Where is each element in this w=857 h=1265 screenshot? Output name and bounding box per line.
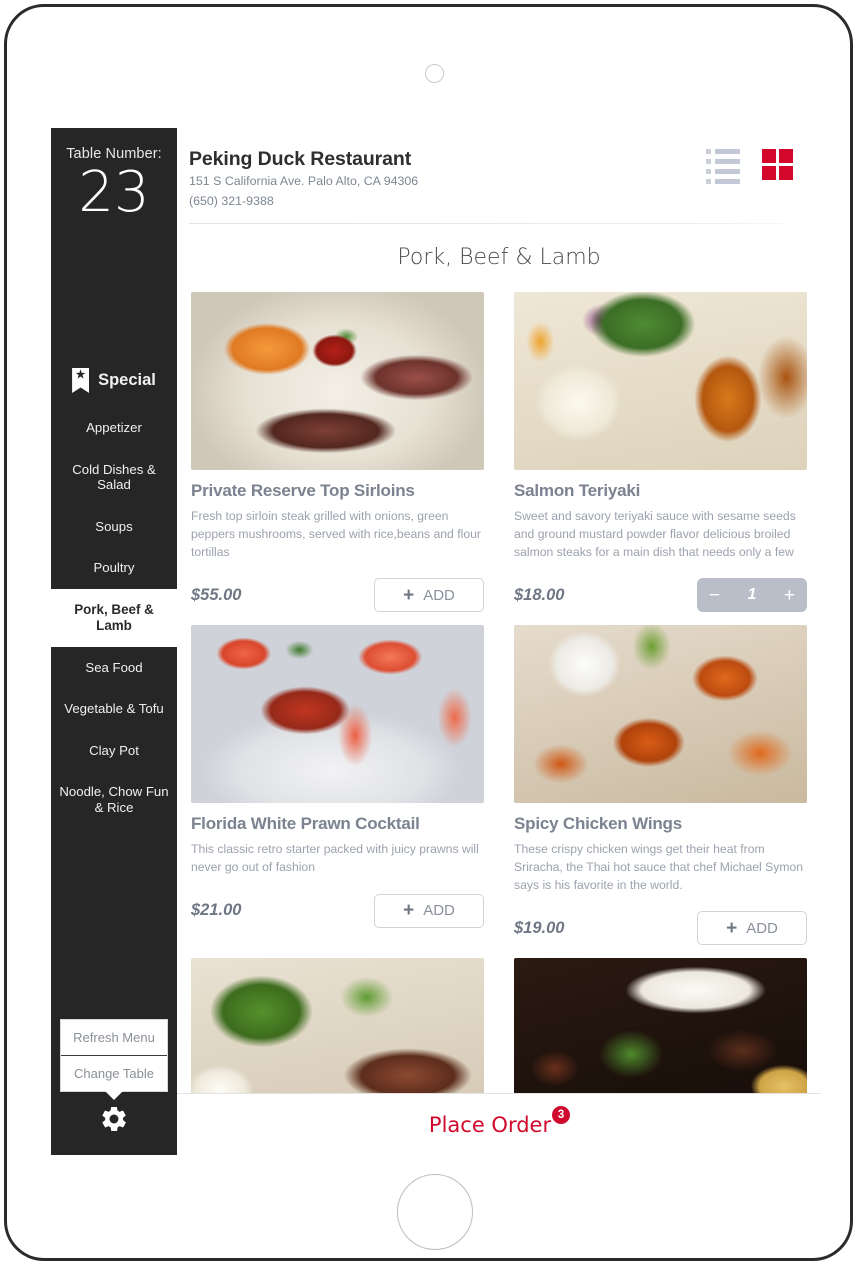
plus-icon[interactable]: + (784, 586, 795, 605)
quantity-value: 1 (747, 586, 757, 604)
add-to-order-button[interactable]: + ADD (697, 911, 807, 946)
place-order-button[interactable]: Place Order 3 (177, 1093, 821, 1155)
sidebar-item-noodle-chow-fun-rice[interactable]: Noodle, Chow Fun & Rice (51, 771, 177, 828)
table-number-block: Table Number: 23 (51, 128, 177, 223)
restaurant-address: 151 S California Ave. Palo Alto, CA 9430… (189, 174, 419, 188)
sidebar-item-label: Clay Pot (89, 742, 139, 758)
menu-item-description: Sweet and savory teriyaki sauce with ses… (514, 509, 796, 559)
menu-item-name: Florida White Prawn Cocktail (191, 814, 420, 834)
add-button-label: ADD (423, 586, 455, 604)
plus-icon: + (403, 900, 415, 922)
place-order-label: Place Order (428, 1112, 552, 1137)
ribbon-star-icon: ★ (72, 368, 90, 393)
menu-item-photo (191, 625, 484, 804)
sidebar-item-special[interactable]: ★ Special (51, 356, 177, 407)
main-content: Peking Duck Restaurant 151 S California … (177, 128, 821, 1155)
table-number-value: 23 (78, 160, 150, 225)
menu-item-photo (514, 292, 807, 471)
menu-item-price: $19.00 (514, 918, 565, 937)
menu-item-description: This classic retro starter packed with j… (191, 842, 479, 874)
sidebar-item-appetizer[interactable]: Appetizer (51, 407, 177, 449)
menu-item-footer: $21.00 + ADD (191, 893, 484, 929)
menu-item-name: Salmon Teriyaki (514, 481, 641, 501)
menu-item-footer: $55.00 + ADD (191, 577, 484, 613)
menu-item-card[interactable]: Florida White Prawn Cocktail This classi… (191, 625, 484, 946)
menu-item-description: Fresh top sirloin steak grilled with oni… (191, 509, 481, 559)
settings-popover: Refresh Menu Change Table (60, 1019, 168, 1100)
menu-item-name: Spicy Chicken Wings (514, 814, 682, 834)
menu-item-price: $21.00 (191, 901, 242, 920)
sidebar-item-label: Noodle, Chow Fun & Rice (59, 784, 169, 815)
plus-icon: + (726, 917, 738, 939)
sidebar-item-soups[interactable]: Soups (51, 506, 177, 548)
menu-item-card[interactable]: Spicy Chicken Wings These crispy chicken… (514, 625, 807, 946)
category-nav: ★ Special Appetizer Cold Dishes & Salad … (51, 356, 177, 828)
menu-item-footer: $18.00 − 1 + (514, 577, 807, 613)
sidebar-item-cold-dishes-salad[interactable]: Cold Dishes & Salad (51, 449, 177, 506)
sidebar-item-label: Vegetable & Tofu (64, 701, 164, 717)
sidebar-item-label: Cold Dishes & Salad (72, 461, 156, 493)
menu-item-footer: $19.00 + ADD (514, 910, 807, 946)
menu-item-photo (191, 292, 484, 471)
menu-item-description: These crispy chicken wings get their hea… (514, 842, 804, 892)
quantity-stepper: − 1 + (697, 578, 807, 613)
sidebar-item-label: Appetizer (86, 420, 142, 435)
sidebar: Table Number: 23 ★ Special Appetizer Col… (51, 128, 177, 1155)
sidebar-item-poultry[interactable]: Poultry (51, 547, 177, 589)
list-view-icon[interactable] (706, 149, 740, 189)
sidebar-footer: Refresh Menu Change Table (51, 1019, 177, 1155)
app-screen: Table Number: 23 ★ Special Appetizer Col… (51, 128, 821, 1155)
menu-item-price: $55.00 (191, 585, 242, 604)
gear-icon[interactable] (99, 1104, 129, 1138)
plus-icon: + (403, 584, 415, 606)
add-to-order-button[interactable]: + ADD (374, 893, 484, 928)
header-divider (189, 223, 785, 225)
sidebar-item-sea-food[interactable]: Sea Food (51, 647, 177, 689)
settings-row (51, 1092, 177, 1149)
sidebar-item-vegetable-tofu[interactable]: Vegetable & Tofu (51, 688, 177, 730)
sidebar-item-label: Sea Food (85, 659, 143, 675)
sidebar-item-pork-beef-lamb[interactable]: Pork, Beef & Lamb (51, 588, 177, 647)
view-toggle (706, 149, 793, 189)
restaurant-header: Peking Duck Restaurant 151 S California … (177, 128, 821, 225)
change-table-button[interactable]: Change Table (61, 1055, 167, 1091)
add-button-label: ADD (746, 919, 778, 937)
section-title: Pork, Beef & Lamb (397, 245, 601, 271)
menu-grid: Private Reserve Top Sirloins Fresh top s… (177, 292, 821, 1137)
home-button[interactable] (397, 1174, 473, 1250)
camera-icon (425, 64, 444, 83)
restaurant-phone: (650) 321-9388 (189, 193, 274, 208)
refresh-menu-button[interactable]: Refresh Menu (61, 1020, 167, 1055)
tablet-frame: Table Number: 23 ★ Special Appetizer Col… (4, 4, 853, 1261)
grid-view-icon[interactable] (762, 149, 793, 180)
sidebar-item-label: Poultry (93, 560, 135, 576)
minus-icon[interactable]: − (709, 586, 720, 605)
sidebar-item-label: Soups (95, 518, 133, 534)
menu-item-photo (514, 625, 807, 804)
menu-item-card[interactable]: Private Reserve Top Sirloins Fresh top s… (191, 292, 484, 613)
add-button-label: ADD (423, 902, 455, 920)
menu-item-name: Private Reserve Top Sirloins (191, 481, 415, 501)
sidebar-item-label: Pork, Beef & Lamb (74, 601, 154, 633)
add-to-order-button[interactable]: + ADD (374, 578, 484, 613)
sidebar-item-label: Special (98, 370, 156, 389)
sidebar-item-clay-pot[interactable]: Clay Pot (51, 730, 177, 772)
menu-item-card[interactable]: Salmon Teriyaki Sweet and savory teriyak… (514, 292, 807, 613)
page-title: Peking Duck Restaurant (189, 148, 412, 170)
order-count-badge: 3 (552, 1105, 571, 1124)
menu-item-price: $18.00 (514, 585, 565, 604)
